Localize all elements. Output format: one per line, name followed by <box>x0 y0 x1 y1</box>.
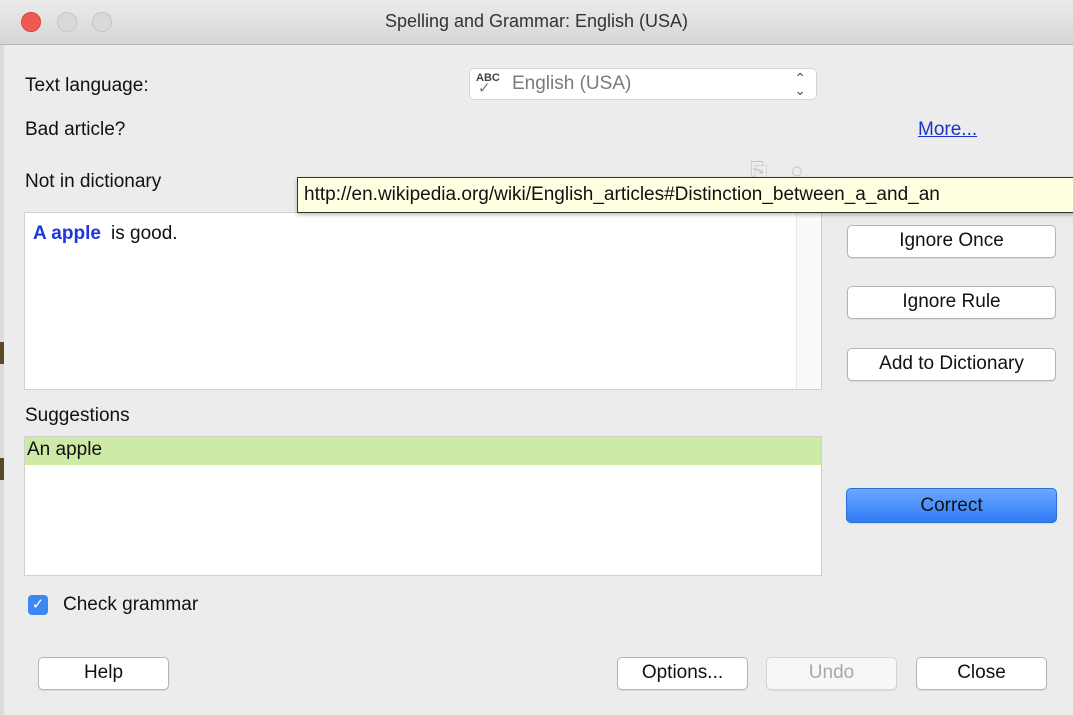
suggestions-list[interactable]: An apple <box>24 436 822 576</box>
correct-button[interactable]: Correct <box>846 488 1057 523</box>
title-bar: Spelling and Grammar: English (USA) <box>0 0 1073 45</box>
text-language-label: Text language: <box>25 75 149 96</box>
ignore-once-button[interactable]: Ignore Once <box>847 225 1056 258</box>
not-in-dictionary-label: Not in dictionary <box>25 171 162 192</box>
error-word: A apple <box>33 223 101 244</box>
suggestions-label: Suggestions <box>25 405 130 426</box>
list-item[interactable]: An apple <box>25 437 821 465</box>
ignore-rule-button[interactable]: Ignore Rule <box>847 286 1056 319</box>
error-description: Bad article? <box>25 119 126 140</box>
textarea-scrollbar[interactable] <box>796 213 821 389</box>
edge-mark <box>0 458 4 480</box>
sentence-textarea[interactable]: A apple is good. <box>24 212 822 390</box>
more-link[interactable]: More... <box>918 119 977 141</box>
spellcheck-check-icon: ✓ <box>478 80 491 97</box>
language-select[interactable]: ABC ✓ English (USA) ⌃ ⌄ <box>469 68 817 100</box>
chevron-updown-icon: ⌃ ⌄ <box>794 70 806 98</box>
suggestion-text: An apple <box>27 439 103 460</box>
window-title: Spelling and Grammar: English (USA) <box>384 11 689 31</box>
check-grammar-label: Check grammar <box>63 594 199 615</box>
help-button[interactable]: Help <box>38 657 169 690</box>
language-select-value: English (USA) <box>512 73 632 94</box>
edge-mark <box>0 342 4 364</box>
url-tooltip: http://en.wikipedia.org/wiki/English_art… <box>297 177 1073 213</box>
add-to-dictionary-button[interactable]: Add to Dictionary <box>847 348 1056 381</box>
sentence-rest: is good. <box>111 223 178 244</box>
close-button[interactable]: Close <box>916 657 1047 690</box>
undo-button[interactable]: Undo <box>766 657 897 690</box>
options-button[interactable]: Options... <box>617 657 748 690</box>
check-grammar-checkbox[interactable]: ✓ <box>28 595 48 615</box>
